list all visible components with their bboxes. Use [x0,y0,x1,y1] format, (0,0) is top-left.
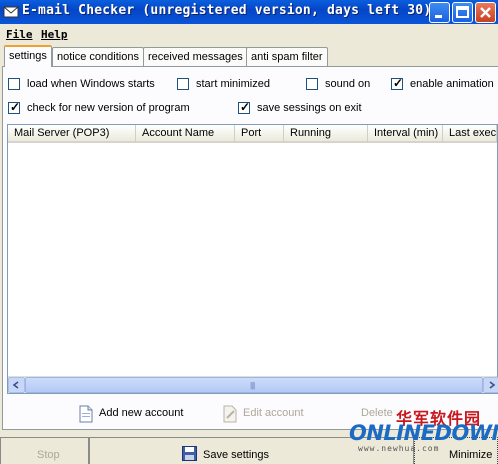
column-port[interactable]: Port [235,125,284,143]
option-label: load when Windows starts [27,78,155,90]
column-last-exec[interactable]: Last exec [443,125,497,143]
scroll-thumb[interactable]: |||| [25,377,483,393]
checkbox[interactable]: ✓ [8,78,20,90]
tab-received-messages[interactable]: received messages [143,47,248,66]
horizontal-scrollbar[interactable]: |||| [8,376,498,393]
edit-account-label: Edit account [243,407,304,419]
delete-account-label: Delete [361,407,393,419]
column-account-name[interactable]: Account Name [136,125,235,143]
option-label: start minimized [196,78,270,90]
edit-document-icon [223,405,237,423]
option-label: sound on [325,78,371,90]
floppy-disk-icon [182,446,197,461]
chevron-right-icon [489,381,496,389]
maximize-button[interactable] [452,2,473,23]
window-title: E-mail Checker (unregistered version, da… [22,3,432,18]
envelope-icon [3,6,19,18]
accounts-list[interactable]: Mail Server (POP3) Account Name Port Run… [7,124,498,394]
close-icon [480,7,491,18]
column-interval[interactable]: Interval (min) [368,125,443,143]
scroll-left-button[interactable] [8,377,25,393]
menu-bar: File Help [0,25,498,44]
chevron-left-icon [12,381,19,389]
minimize-icon [435,15,442,18]
stop-button[interactable]: Stop [0,437,89,464]
option-label: enable animation [410,78,494,90]
add-account-label: Add new account [99,407,184,419]
column-running[interactable]: Running [284,125,368,143]
stop-label: Stop [37,449,60,461]
tab-settings[interactable]: settings [4,45,52,67]
minimize-label: Minimize [449,449,493,461]
column-mail-server[interactable]: Mail Server (POP3) [8,125,136,143]
new-document-icon [79,405,93,423]
minimize-button[interactable] [429,2,450,23]
watermark-url: www.newhua.com [358,444,440,453]
checkbox[interactable]: ✓ [177,78,189,90]
checkbox[interactable]: ✓ [391,76,403,90]
scroll-right-button[interactable] [483,377,498,393]
option-label: save sessings on exit [257,102,362,114]
tab-anti-spam-filter[interactable]: anti spam filter [246,47,328,66]
maximize-icon [456,6,469,18]
save-settings-label: Save settings [203,449,270,461]
tab-notice-conditions[interactable]: notice conditions [52,47,144,66]
menu-file[interactable]: File [6,28,33,41]
close-button[interactable] [475,2,496,23]
checkbox[interactable]: ✓ [238,100,250,114]
title-bar[interactable]: E-mail Checker (unregistered version, da… [0,0,498,24]
checkbox[interactable]: ✓ [8,100,20,114]
menu-help[interactable]: Help [41,28,68,41]
option-label: check for new version of program [27,102,190,114]
checkbox[interactable]: ✓ [306,78,318,90]
watermark-logo: ONLINEDOWN [349,421,498,445]
